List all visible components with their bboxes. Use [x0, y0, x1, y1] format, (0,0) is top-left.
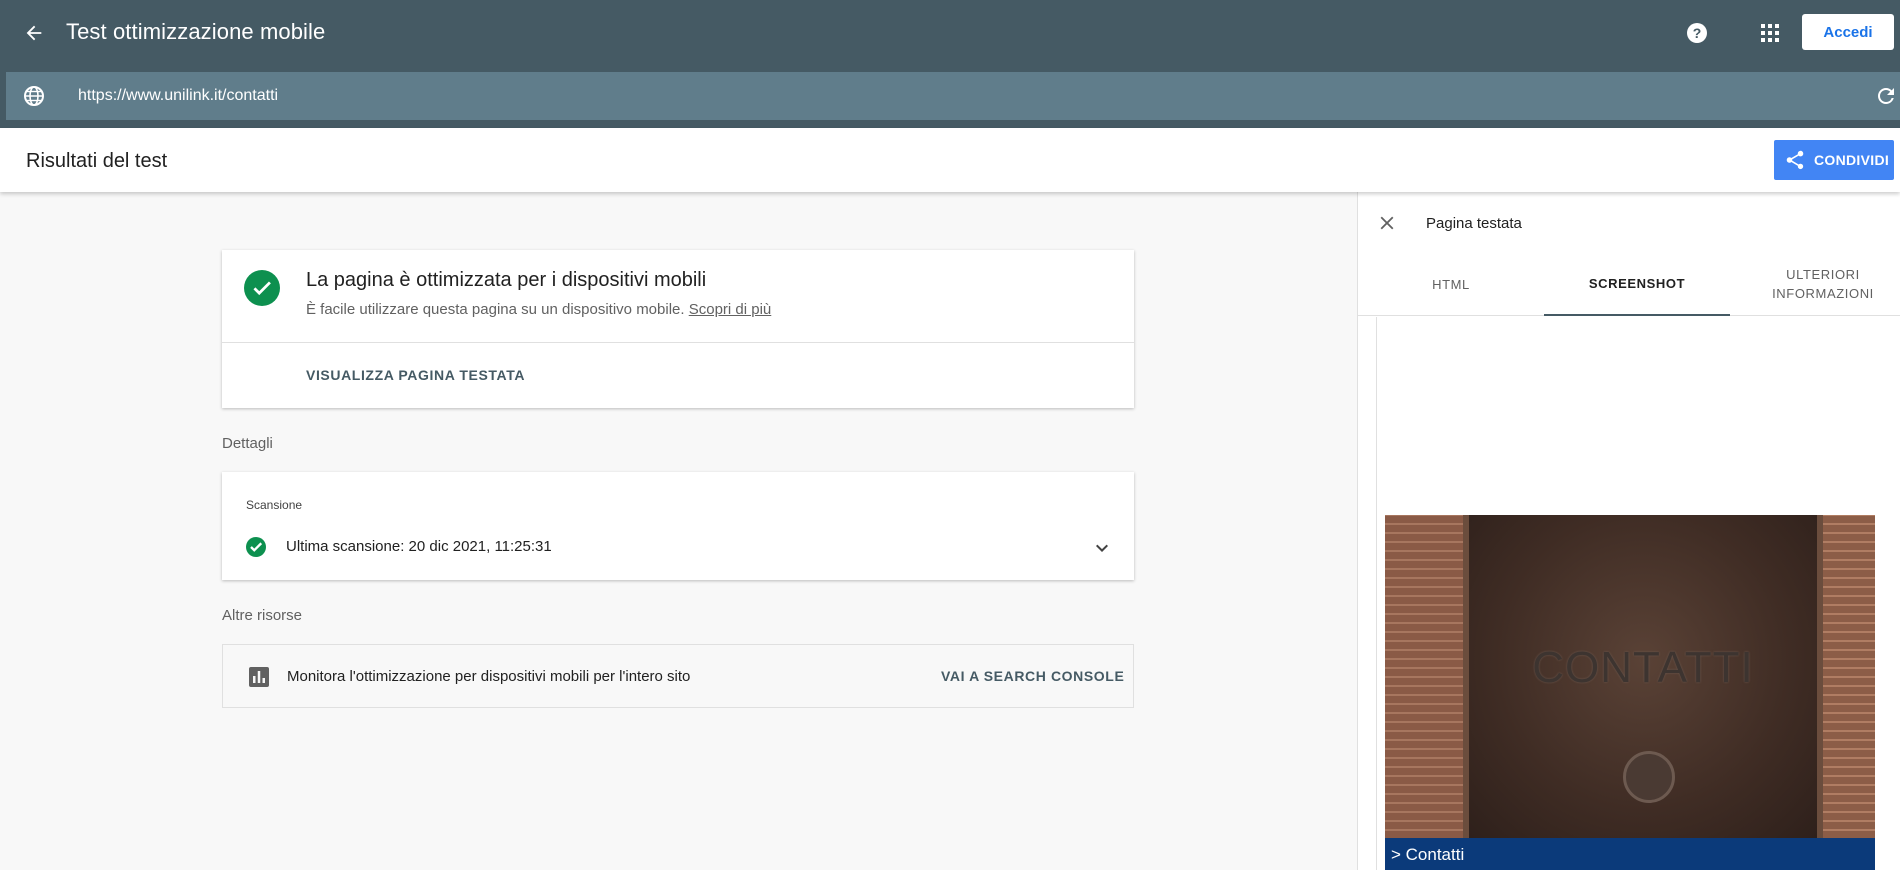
help-button[interactable]: ? — [1682, 18, 1712, 48]
reload-icon[interactable] — [1874, 84, 1898, 108]
bar-chart-icon — [249, 667, 269, 687]
apps-grid-icon — [1761, 24, 1779, 42]
app-title: Test ottimizzazione mobile — [66, 19, 326, 44]
url-input[interactable]: https://www.unilink.it/contatti — [78, 87, 278, 105]
globe-icon — [24, 86, 44, 106]
screenshot-caption: CONTATTI — [1532, 643, 1754, 692]
panel-tabs: HTML SCREENSHOT ULTERIORI INFORMAZIONI — [1358, 252, 1900, 316]
app-bar: Test ottimizzazione mobile ? Accedi http… — [0, 0, 1900, 128]
check-circle-icon — [244, 270, 280, 306]
result-heading: La pagina è ottimizzata per i dispositiv… — [306, 269, 707, 291]
tab-more-info-label: ULTERIORI INFORMAZIONI — [1772, 267, 1874, 301]
tab-html[interactable]: HTML — [1358, 252, 1544, 316]
signin-button[interactable]: Accedi — [1802, 14, 1894, 50]
screenshot-image: CONTATTI — [1385, 515, 1875, 838]
screenshot-breadcrumb-bar: > Contatti — [1385, 838, 1875, 870]
check-circle-icon — [246, 537, 266, 557]
last-scan-text: Ultima scansione: 20 dic 2021, 11:25:31 — [286, 538, 552, 555]
divider — [222, 342, 1134, 343]
main-content: La pagina è ottimizzata per i dispositiv… — [0, 192, 1357, 870]
help-icon: ? — [1687, 23, 1707, 43]
tab-more-info[interactable]: ULTERIORI INFORMAZIONI — [1730, 252, 1900, 316]
page-title: Risultati del test — [26, 150, 168, 172]
arrow-back-icon — [26, 25, 42, 41]
screenshot-breadcrumb: > Contatti — [1391, 845, 1465, 864]
chevron-down-icon[interactable] — [1090, 536, 1114, 560]
apps-button[interactable] — [1755, 18, 1785, 48]
details-section-label: Dettagli — [222, 435, 273, 452]
resource-text: Monitora l'ottimizzazione per dispositiv… — [287, 668, 691, 685]
tested-page-panel: Pagina testata HTML SCREENSHOT ULTERIORI… — [1357, 192, 1900, 870]
other-resources-label: Altre risorse — [222, 607, 303, 624]
learn-more-link[interactable]: Scopri di più — [689, 301, 772, 318]
result-subtitle-text: È facile utilizzare questa pagina su un … — [306, 301, 685, 318]
brick-wall-right — [1823, 515, 1875, 838]
panel-title: Pagina testata — [1426, 215, 1522, 232]
scan-title: Scansione — [246, 498, 303, 512]
results-header: Risultati del test CONDIVIDI — [0, 128, 1900, 192]
brick-wall-left — [1385, 515, 1463, 838]
screenshot-viewer[interactable]: CONTATTI > Contatti — [1376, 317, 1892, 870]
resource-card: Monitora l'ottimizzazione per dispositiv… — [222, 644, 1134, 708]
svg-text:?: ? — [1693, 25, 1702, 41]
share-label: CONDIVIDI — [1814, 152, 1890, 168]
door-rosette — [1623, 751, 1675, 803]
share-icon — [1786, 150, 1804, 170]
result-card: La pagina è ottimizzata per i dispositiv… — [222, 250, 1134, 408]
view-tested-page-button[interactable]: VISUALIZZA PAGINA TESTATA — [306, 367, 525, 383]
search-console-button[interactable]: VAI A SEARCH CONSOLE — [941, 668, 1124, 684]
share-button[interactable]: CONDIVIDI — [1774, 140, 1894, 180]
url-bar[interactable]: https://www.unilink.it/contatti — [6, 72, 1900, 120]
tab-screenshot[interactable]: SCREENSHOT — [1544, 252, 1730, 316]
close-icon[interactable] — [1376, 212, 1398, 234]
scan-card: Scansione Ultima scansione: 20 dic 2021,… — [222, 472, 1134, 580]
result-subtitle: È facile utilizzare questa pagina su un … — [306, 301, 771, 318]
back-button[interactable] — [18, 17, 50, 49]
